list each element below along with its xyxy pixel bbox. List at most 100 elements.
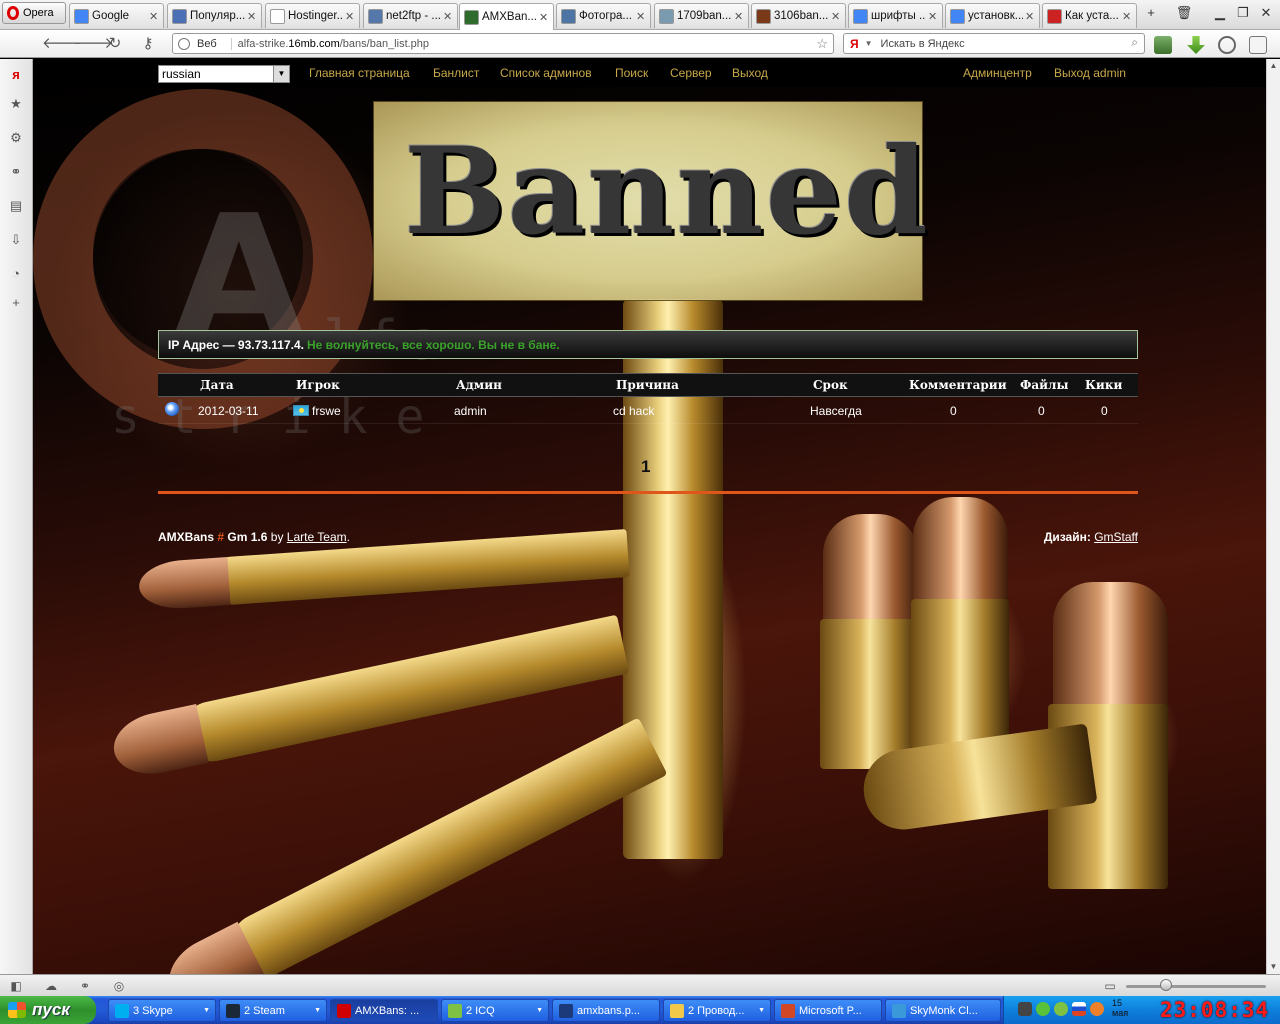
home-icon[interactable]: [1154, 36, 1172, 54]
tab-close-icon[interactable]: ✕: [539, 11, 549, 24]
browser-tab[interactable]: установк... ✕: [945, 3, 1040, 28]
column-header[interactable]: Игрок: [296, 378, 340, 392]
close-window-button[interactable]: ✕: [1255, 3, 1277, 23]
taskbar-button[interactable]: Microsoft P...: [774, 999, 882, 1022]
trash-icon[interactable]: 🗑: [1173, 3, 1195, 23]
scroll-down-icon[interactable]: ▼: [1267, 960, 1280, 974]
zoom-icon[interactable]: [1218, 36, 1236, 54]
language-flag-icon[interactable]: [1072, 1002, 1086, 1016]
yandex-panel-icon[interactable]: я: [8, 67, 24, 83]
nav-admin-center[interactable]: Админцентр: [963, 66, 1032, 80]
browser-tab[interactable]: шрифты ... ✕: [848, 3, 943, 28]
search-icon[interactable]: ⌕: [1131, 35, 1138, 50]
browser-tab[interactable]: Популяр... ✕: [167, 3, 262, 28]
history-icon[interactable]: ◔: [8, 266, 24, 282]
view-icon[interactable]: ▭: [1102, 978, 1118, 994]
taskbar-button[interactable]: 2 ▼ Steam: [219, 999, 327, 1022]
panel-toggle-icon[interactable]: ◧: [8, 978, 24, 994]
taskbar-button[interactable]: AMXBans: ...: [330, 999, 438, 1022]
table-row[interactable]: 2012-03-11 frswe admin cd hack Навсегда …: [158, 397, 1138, 424]
speed-dial-icon[interactable]: ◎: [111, 978, 127, 994]
column-header[interactable]: Причина: [616, 378, 679, 392]
tab-close-icon[interactable]: ✕: [636, 10, 646, 23]
taskbar-button[interactable]: amxbans.p...: [552, 999, 660, 1022]
update-tray-icon[interactable]: [1090, 1002, 1104, 1016]
browser-tab[interactable]: 3106ban.... ✕: [751, 3, 846, 28]
nav-banlist[interactable]: Банлист: [433, 66, 479, 80]
footer-team-link[interactable]: Larte Team: [287, 530, 347, 544]
downloads-icon[interactable]: ⇩: [8, 232, 24, 248]
back-icon[interactable]: 🡐: [42, 34, 82, 54]
taskbar-button[interactable]: 2 ▼ ICQ: [441, 999, 549, 1022]
zoom-slider-handle[interactable]: [1160, 979, 1172, 991]
browser-tab[interactable]: Фотогра... ✕: [556, 3, 651, 28]
restore-button[interactable]: ❐: [1232, 3, 1254, 23]
nav-search[interactable]: Поиск: [615, 66, 648, 80]
language-select[interactable]: russian ▼: [158, 65, 290, 83]
footer-design-link[interactable]: GmStaff: [1094, 530, 1138, 544]
forward-icon[interactable]: 🡒: [73, 34, 113, 54]
start-button[interactable]: пуск: [0, 996, 96, 1024]
tab-close-icon[interactable]: ✕: [734, 10, 744, 23]
nav-logout-admin[interactable]: Выход admin: [1054, 66, 1126, 80]
key-icon[interactable]: ⚷: [137, 34, 159, 54]
nav-home[interactable]: Главная страница: [309, 66, 410, 80]
browser-tab[interactable]: Как уста... ✕: [1042, 3, 1137, 28]
column-header[interactable]: Срок: [813, 378, 848, 392]
share-icon[interactable]: ⚭: [8, 164, 24, 180]
browser-tab[interactable]: net2ftp - ... ✕: [363, 3, 458, 28]
new-tab-button[interactable]: +: [1140, 3, 1162, 23]
bullet-graphic: [157, 717, 668, 974]
tab-close-icon[interactable]: ✕: [928, 10, 938, 23]
tray-clock[interactable]: 23:08:34: [1160, 998, 1269, 1022]
page-icon[interactable]: [1249, 36, 1267, 54]
cloud-icon[interactable]: ☁: [43, 978, 59, 994]
gear-icon[interactable]: ⚙: [8, 130, 24, 146]
column-header[interactable]: Админ: [456, 378, 502, 392]
steam-tray-icon[interactable]: [1018, 1002, 1032, 1016]
taskbar-button[interactable]: 3 ▼ Skype: [108, 999, 216, 1022]
tab-label: Фотогра...: [579, 10, 632, 22]
browser-tab[interactable]: Hostinger... ✕: [265, 3, 360, 28]
vertical-scrollbar[interactable]: ▲ ▼: [1266, 59, 1280, 974]
chevron-down-icon[interactable]: ▼: [865, 39, 873, 48]
search-input[interactable]: Я ▼ Искать в Яндекс ⌕: [843, 33, 1145, 54]
scroll-up-icon[interactable]: ▲: [1267, 59, 1280, 73]
nav-logout[interactable]: Выход: [732, 66, 768, 80]
opera-menu-button[interactable]: Opera: [2, 2, 66, 24]
app-icon: [226, 1003, 240, 1018]
reload-icon[interactable]: ↻: [104, 34, 126, 54]
tab-close-icon[interactable]: ✕: [247, 10, 257, 23]
tab-close-icon[interactable]: ✕: [149, 10, 159, 23]
download-icon[interactable]: [1187, 36, 1205, 54]
minimize-button[interactable]: ▁: [1209, 3, 1231, 23]
notes-icon[interactable]: ▤: [8, 198, 24, 214]
column-header[interactable]: Файлы: [1020, 378, 1069, 392]
column-header[interactable]: Дата: [200, 378, 234, 392]
tab-label: Hostinger...: [288, 10, 343, 22]
browser-tab[interactable]: Google ✕: [69, 3, 164, 28]
column-header[interactable]: Комментарии: [909, 378, 1007, 392]
pagination-page[interactable]: 1: [641, 457, 650, 477]
globe-icon[interactable]: [165, 402, 179, 416]
taskbar-button[interactable]: 2 ▼ Провод...: [663, 999, 771, 1022]
star-icon[interactable]: ★: [8, 96, 24, 112]
tab-close-icon[interactable]: ✕: [1122, 10, 1132, 23]
zoom-slider[interactable]: [1126, 985, 1266, 988]
antivirus-tray-icon[interactable]: [1036, 1002, 1050, 1016]
icq-tray-icon[interactable]: [1054, 1002, 1068, 1016]
browser-tab[interactable]: AMXBan... ✕: [459, 3, 554, 30]
tab-close-icon[interactable]: ✕: [1025, 10, 1035, 23]
nav-server[interactable]: Сервер: [670, 66, 712, 80]
tab-close-icon[interactable]: ✕: [831, 10, 841, 23]
tab-close-icon[interactable]: ✕: [443, 10, 453, 23]
bookmark-star-icon[interactable]: ☆: [816, 36, 828, 52]
tab-close-icon[interactable]: ✕: [345, 10, 355, 23]
add-panel-icon[interactable]: +: [8, 295, 24, 311]
unite-icon[interactable]: ⚭: [77, 978, 93, 994]
nav-admin-list[interactable]: Список админов: [500, 66, 592, 80]
taskbar-button[interactable]: SkyMonk Cl...: [885, 999, 1001, 1022]
url-field[interactable]: Веб alfa-strike. 16mb.com/bans/ban_list.p…: [172, 33, 834, 54]
browser-tab[interactable]: 1709ban... ✕: [654, 3, 749, 28]
column-header[interactable]: Кики: [1085, 378, 1122, 392]
